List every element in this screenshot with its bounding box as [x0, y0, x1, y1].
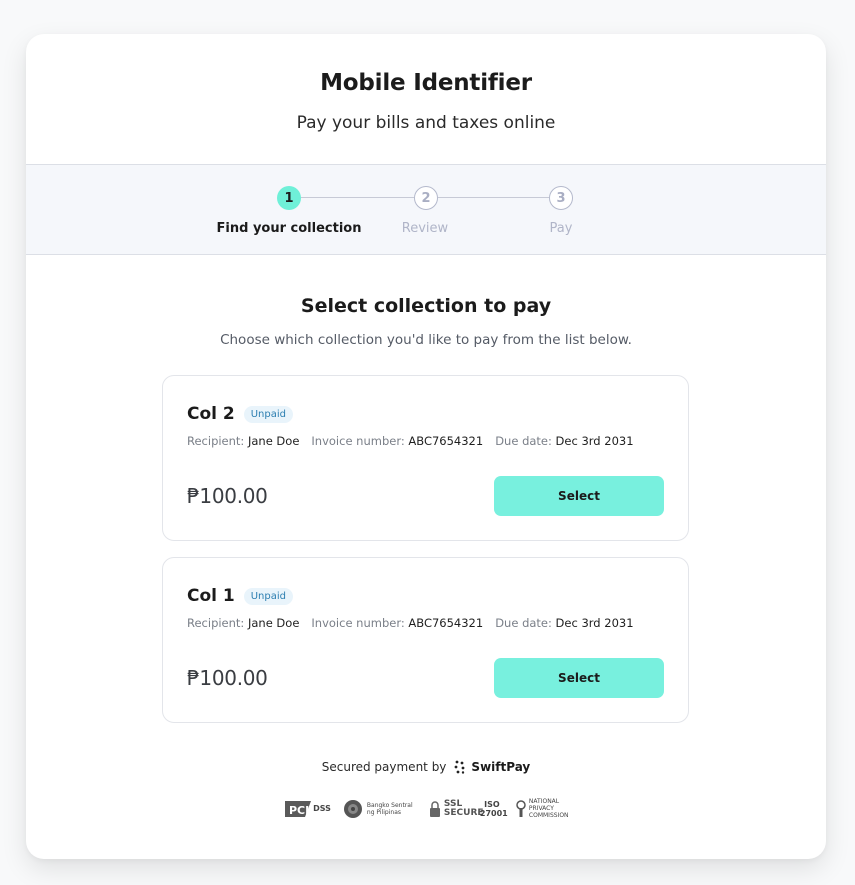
invoice-label: Invoice number:	[311, 616, 405, 630]
bangko-sentral-text: Bangko Sentral ng Pilipinas	[366, 801, 413, 816]
step-3-circle: 3	[549, 186, 573, 210]
invoice-value: ABC7654321	[408, 434, 484, 448]
brand-name: SwiftPay	[471, 760, 531, 774]
due-date-label: Due date:	[495, 434, 552, 448]
step-1-circle: 1	[277, 186, 301, 210]
page-title: Mobile Identifier	[320, 70, 532, 96]
ssl-secure-logo: SSL SECURE	[429, 798, 484, 818]
due-date-value: Dec 3rd 2031	[555, 616, 634, 630]
swiftpay-brand: SwiftPay	[454, 760, 530, 774]
ssl-secure-text: SSL SECURE	[443, 798, 484, 818]
certification-badges: PCI DSS Bangko Sentral ng Pilipinas SSL …	[26, 798, 826, 819]
recipient-value: Jane Doe	[247, 616, 300, 630]
step-3-label: Pay	[549, 221, 573, 236]
collection-meta: Recipient: Jane Doe Invoice number: ABC7…	[187, 616, 634, 630]
recipient-label: Recipient:	[187, 616, 245, 630]
iso-27001-logo: ISO 27001	[479, 799, 508, 818]
secured-by: Secured payment by SwiftPay	[26, 760, 826, 774]
pci-dss-text: DSS	[313, 804, 331, 813]
due-date-value: Dec 3rd 2031	[555, 434, 634, 448]
svg-text:PCI: PCI	[289, 804, 309, 817]
payment-card: Mobile Identifier Pay your bills and tax…	[26, 34, 826, 859]
collection-card: Col 2 Unpaid Recipient: Jane Doe Invoice…	[162, 375, 689, 541]
step-connector	[301, 197, 414, 198]
national-privacy-commission-logo: NATIONAL PRIVACY COMMISSION	[516, 798, 569, 819]
recipient-label: Recipient:	[187, 434, 245, 448]
invoice-label: Invoice number:	[311, 434, 405, 448]
select-button[interactable]: Select	[494, 658, 664, 698]
pci-dss-logo: PCI DSS	[283, 799, 331, 819]
collection-selection: Select collection to pay Choose which co…	[26, 255, 826, 348]
swiftpay-logo-icon	[455, 760, 465, 774]
collection-meta: Recipient: Jane Doe Invoice number: ABC7…	[187, 434, 634, 448]
due-date-label: Due date:	[495, 616, 552, 630]
status-badge: Unpaid	[243, 587, 293, 605]
collection-name: Col 1	[187, 586, 235, 606]
collection-amount: ₱100.00	[187, 484, 268, 508]
collection-card: Col 1 Unpaid Recipient: Jane Doe Invoice…	[162, 557, 689, 723]
step-connector	[438, 197, 549, 198]
recipient-value: Jane Doe	[247, 434, 300, 448]
collection-name: Col 2	[187, 404, 235, 424]
progress-stepper: 1 Find your collection 2 Review 3 Pay	[26, 164, 826, 255]
status-badge: Unpaid	[243, 405, 293, 423]
step-2-circle: 2	[414, 186, 438, 210]
invoice-value: ABC7654321	[408, 616, 484, 630]
page-subtitle: Pay your bills and taxes online	[296, 113, 556, 133]
section-heading: Select collection to pay	[300, 295, 552, 317]
section-description: Choose which collection you'd like to pa…	[220, 332, 632, 348]
select-button[interactable]: Select	[494, 476, 664, 516]
secured-text: Secured payment by	[321, 760, 447, 774]
bangko-sentral-logo: Bangko Sentral ng Pilipinas	[343, 799, 417, 819]
npc-text: NATIONAL PRIVACY COMMISSION	[528, 798, 569, 819]
page-header: Mobile Identifier Pay your bills and tax…	[26, 34, 826, 164]
iso-text: ISO 27001	[479, 799, 508, 818]
collection-amount: ₱100.00	[187, 666, 268, 690]
